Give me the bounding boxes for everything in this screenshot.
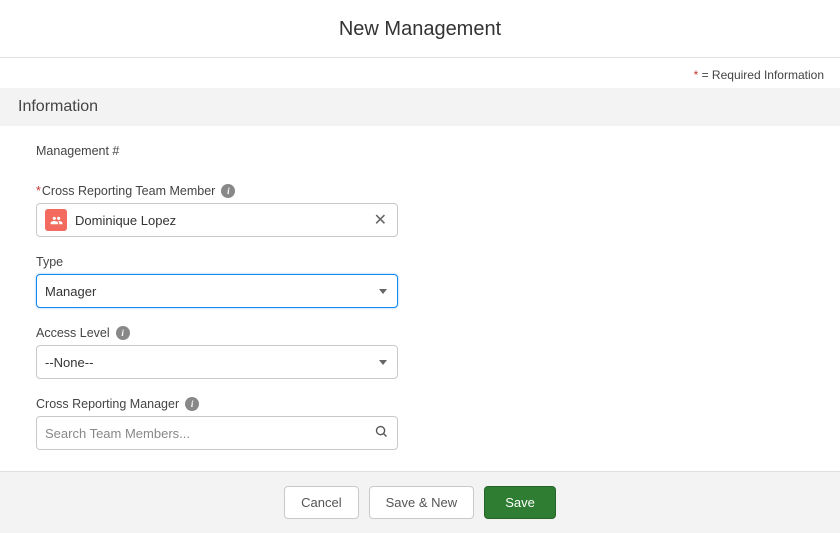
section-header-information: Information [0, 88, 840, 126]
field-access-level: Access Level i --None-- [36, 326, 804, 379]
field-manager: Cross Reporting Manager i Search Team Me… [36, 397, 804, 450]
team-member-lookup[interactable]: Dominique Lopez ✕ [36, 203, 398, 237]
manager-placeholder: Search Team Members... [45, 426, 374, 441]
access-level-select[interactable]: --None-- [36, 345, 398, 379]
team-member-value: Dominique Lopez [75, 213, 372, 228]
type-label: Type [36, 255, 804, 269]
chevron-down-icon [379, 360, 387, 365]
team-member-label: *Cross Reporting Team Member i [36, 184, 804, 198]
type-select[interactable]: Manager [36, 274, 398, 308]
access-level-label: Access Level i [36, 326, 804, 340]
page-title: New Management [0, 0, 840, 58]
field-team-member: *Cross Reporting Team Member i Dominique… [36, 184, 804, 237]
chevron-down-icon [379, 289, 387, 294]
required-info-note: * = Required Information [0, 58, 840, 88]
footer-actions: Cancel Save & New Save [0, 471, 840, 533]
save-and-new-button[interactable]: Save & New [369, 486, 475, 519]
close-icon[interactable]: ✕ [372, 208, 389, 232]
people-icon [45, 209, 67, 231]
cancel-button[interactable]: Cancel [284, 486, 358, 519]
search-icon [374, 424, 389, 442]
required-text: = Required Information [698, 68, 824, 82]
save-button[interactable]: Save [484, 486, 556, 519]
info-icon[interactable]: i [221, 184, 235, 198]
access-level-value: --None-- [45, 355, 93, 370]
required-asterisk: * [36, 184, 41, 198]
info-icon[interactable]: i [116, 326, 130, 340]
manager-label: Cross Reporting Manager i [36, 397, 804, 411]
form-area: Management # *Cross Reporting Team Membe… [0, 126, 840, 498]
field-type: Type Manager [36, 255, 804, 308]
info-icon[interactable]: i [185, 397, 199, 411]
management-number-label: Management # [36, 144, 804, 158]
type-value: Manager [45, 284, 96, 299]
manager-search-input[interactable]: Search Team Members... [36, 416, 398, 450]
